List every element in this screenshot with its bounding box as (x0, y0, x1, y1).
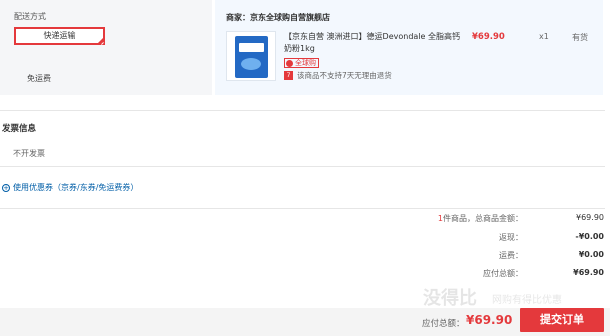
invoice-value: 不开发票 (13, 149, 45, 158)
global-tag-label: 全球购 (295, 58, 316, 67)
summary-rebate-label: 返现： (499, 233, 523, 242)
watermark-slogan: 网购有得比优惠 (492, 295, 562, 306)
summary-count-suffix: 件商品，总商品金额： (443, 214, 523, 223)
summary-goods-amount: ¥69.90 (576, 213, 604, 222)
product-name-link[interactable]: 【京东自营 澳洲进口】德运Devondale 全脂高钙奶粉1kg (284, 31, 467, 55)
plus-circle-icon: + (2, 183, 10, 192)
pay-total-label: 应付总额： (422, 319, 465, 329)
summary-total-label: 应付总额： (483, 269, 523, 278)
seller-line: 商家：京东全球购自营旗舰店 (226, 12, 330, 23)
no-return-notice: 7 该商品不支持7天无理由退货 (284, 70, 392, 81)
pay-total-amount: ¥69.90 (466, 313, 513, 327)
summary-freight-label: 运费： (499, 251, 523, 260)
divider (0, 110, 605, 111)
summary-total-value: ¥69.90 (573, 268, 604, 277)
shipping-heading: 配送方式 (14, 12, 46, 21)
summary-count-label: 1件商品，总商品金额： (438, 213, 523, 224)
free-shipping-label: 免运费 (27, 74, 51, 83)
checkout-bar (0, 308, 610, 336)
invoice-title: 发票信息 (2, 124, 37, 134)
seller-name: 京东全球购自营旗舰店 (250, 13, 330, 22)
selected-corner-icon (97, 37, 104, 44)
submit-order-button[interactable]: 提交订单 (520, 308, 604, 332)
item-stock-status: 有货 (572, 33, 588, 42)
item-quantity: x1 (539, 32, 549, 41)
summary-rebate-value: -¥0.00 (575, 232, 604, 241)
milk-powder-pack-image (235, 36, 268, 78)
seller-prefix: 商家： (226, 13, 250, 22)
use-coupon-label: 使用优惠券（京券/东券/免运费券） (13, 183, 139, 192)
watermark-logo: 没得比 (423, 288, 477, 309)
global-purchase-tag: 全球购 (284, 58, 319, 68)
shipping-option-express[interactable]: 快递运输 (14, 27, 105, 45)
shipping-option-label: 快递运输 (43, 31, 76, 40)
product-thumbnail[interactable] (226, 31, 276, 81)
divider (0, 208, 605, 209)
use-coupon-link[interactable]: + 使用优惠券（京券/东券/免运费券） (2, 182, 138, 193)
no-return-icon: 7 (284, 71, 293, 80)
globe-icon (286, 59, 293, 67)
item-price: ¥69.90 (472, 32, 505, 42)
divider (0, 166, 605, 167)
no-return-text: 该商品不支持7天无理由退货 (297, 71, 392, 80)
summary-freight-value: ¥0.00 (578, 250, 604, 259)
